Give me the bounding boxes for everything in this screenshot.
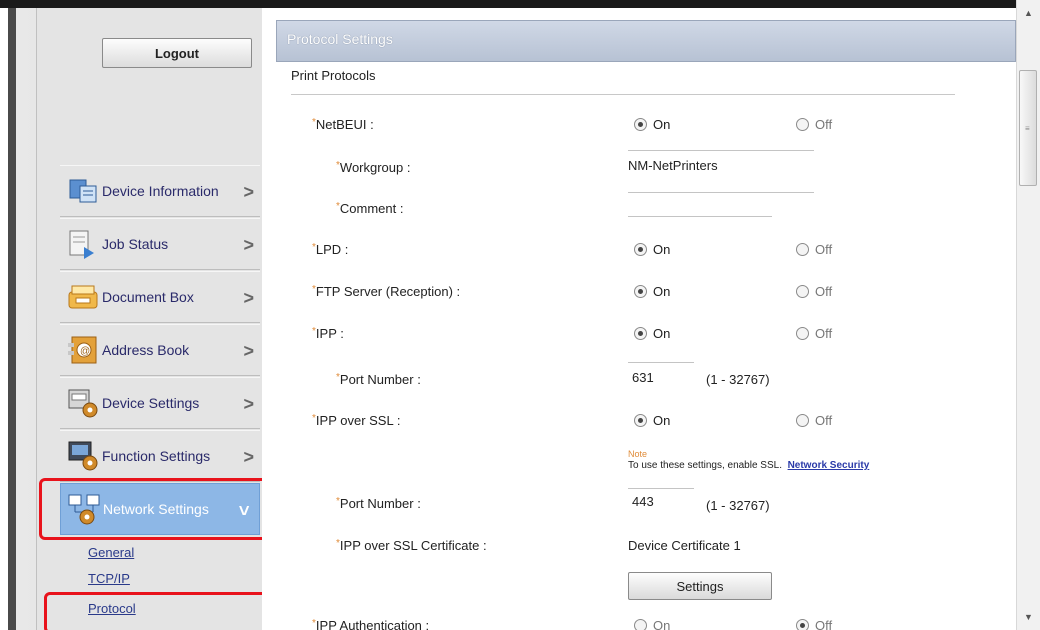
- ipp-ssl-on-radio[interactable]: On: [634, 413, 670, 428]
- ipp-port-range: (1 - 32767): [706, 372, 770, 387]
- nav-label: Device Information: [102, 183, 219, 199]
- chevron-right-icon: >: [243, 394, 254, 414]
- nav-job-status[interactable]: Job Status >: [60, 218, 260, 270]
- divider: [628, 192, 814, 193]
- sublink-general[interactable]: General: [88, 545, 134, 560]
- job-status-icon: [66, 227, 100, 261]
- comment-label: *Comment :: [336, 201, 404, 216]
- ipp-label: *IPP :: [312, 326, 344, 341]
- scrollbar-grip-icon: ≡: [1025, 124, 1030, 133]
- device-settings-icon: [66, 386, 100, 420]
- nav-document-box[interactable]: Document Box >: [60, 271, 260, 323]
- nav-label: Job Status: [102, 236, 169, 252]
- ssl-port-field-top: [628, 488, 694, 489]
- ssl-port-field[interactable]: 443: [632, 494, 654, 509]
- panel-header: Protocol Settings: [276, 20, 1016, 62]
- address-book-icon: @: [66, 333, 100, 367]
- settings-button[interactable]: Settings: [628, 572, 772, 600]
- ssl-cert-label: *IPP over SSL Certificate :: [336, 538, 487, 553]
- nav-label: Device Settings: [102, 395, 200, 411]
- ipp-ssl-label: *IPP over SSL :: [312, 413, 401, 428]
- ftp-label: *FTP Server (Reception) :: [312, 284, 461, 299]
- highlight-network-settings: [39, 478, 273, 540]
- netbeui-label: *NetBEUI :: [312, 117, 374, 132]
- window-top-border: [0, 0, 1016, 8]
- lpd-label: *LPD :: [312, 242, 349, 257]
- chevron-right-icon: >: [243, 288, 254, 308]
- chevron-right-icon: >: [243, 447, 254, 467]
- highlight-protocol: [44, 592, 270, 630]
- ftp-on-radio[interactable]: On: [634, 284, 670, 299]
- netbeui-on-radio[interactable]: On: [634, 117, 670, 132]
- ftp-off-radio[interactable]: Off: [796, 284, 832, 299]
- main-panel: [262, 8, 1016, 630]
- workgroup-label: *Workgroup :: [336, 160, 411, 175]
- network-security-link[interactable]: Network Security: [788, 460, 870, 471]
- nav-function-settings[interactable]: Function Settings >: [60, 430, 260, 482]
- nav-label: Address Book: [102, 342, 190, 358]
- ipp-auth-label: *IPP Authentication :: [312, 618, 430, 630]
- note-text: To use these settings, enable SSL. Netwo…: [628, 460, 870, 471]
- lpd-off-radio[interactable]: Off: [796, 242, 832, 257]
- window-left-border: [8, 8, 16, 630]
- ipp-auth-on-radio[interactable]: On: [634, 618, 670, 630]
- ssl-port-range: (1 - 32767): [706, 498, 770, 513]
- document-box-icon: [66, 280, 100, 314]
- nav-label: Function Settings: [102, 448, 211, 464]
- section-title: Print Protocols: [291, 68, 376, 83]
- chevron-right-icon: >: [243, 182, 254, 202]
- svg-text:@: @: [80, 346, 90, 357]
- nav-address-book[interactable]: @ Address Book >: [60, 324, 260, 376]
- nav-device-settings[interactable]: Device Settings >: [60, 377, 260, 429]
- ssl-cert-value: Device Certificate 1: [628, 538, 741, 553]
- ipp-port-field-top: [628, 362, 694, 363]
- section-divider: [291, 94, 955, 95]
- function-settings-icon: [66, 439, 100, 473]
- lpd-on-radio[interactable]: On: [634, 242, 670, 257]
- ipp-off-radio[interactable]: Off: [796, 326, 832, 341]
- sublink-tcpip[interactable]: TCP/IP: [88, 571, 130, 586]
- ipp-on-radio[interactable]: On: [634, 326, 670, 341]
- chevron-right-icon: >: [243, 235, 254, 255]
- panel-title: Protocol Settings: [287, 31, 393, 47]
- ipp-port-field[interactable]: 631: [632, 370, 654, 385]
- ipp-port-label: *Port Number :: [336, 372, 421, 387]
- chevron-right-icon: >: [243, 341, 254, 361]
- netbeui-off-radio[interactable]: Off: [796, 117, 832, 132]
- workgroup-field[interactable]: NM-NetPrinters: [628, 158, 718, 173]
- device-information-icon: [66, 174, 100, 208]
- nav-device-information[interactable]: Device Information >: [60, 165, 260, 217]
- comment-field-underline: [628, 216, 772, 217]
- note-heading: Note: [628, 449, 648, 459]
- divider: [628, 150, 814, 151]
- ipp-ssl-off-radio[interactable]: Off: [796, 413, 832, 428]
- ipp-auth-off-radio[interactable]: Off: [796, 618, 832, 630]
- window-left-margin: [0, 8, 8, 630]
- logout-button[interactable]: Logout: [102, 38, 252, 68]
- scroll-up-arrow-icon[interactable]: ▲: [1024, 8, 1033, 18]
- nav-label: Document Box: [102, 289, 194, 305]
- scroll-down-arrow-icon[interactable]: ▼: [1024, 612, 1033, 622]
- ssl-port-label: *Port Number :: [336, 496, 421, 511]
